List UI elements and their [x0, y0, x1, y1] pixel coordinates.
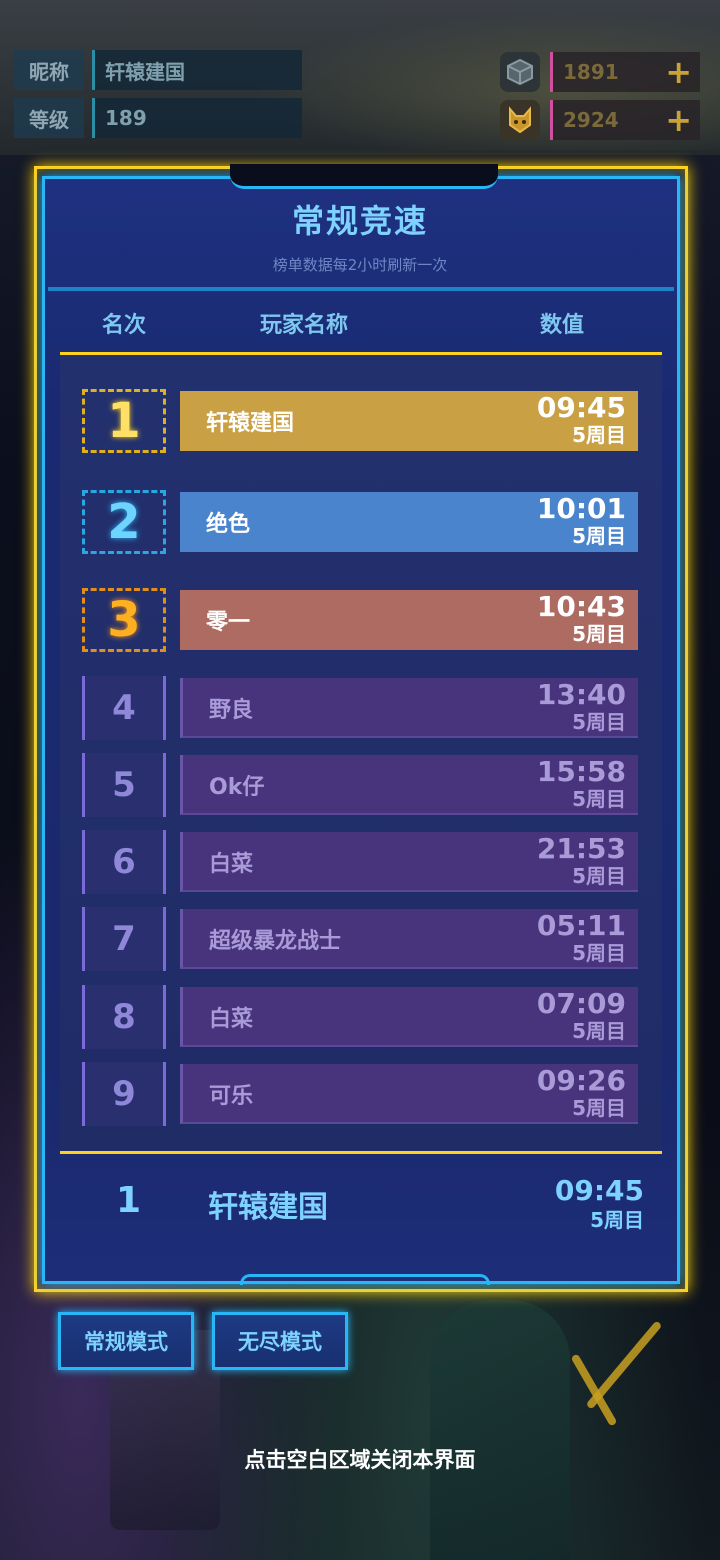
player-name: 白菜	[209, 1007, 254, 1032]
ranking-row[interactable]: 6 白菜 21:53 5周目	[80, 830, 640, 896]
add-currency2-button[interactable]: +	[665, 102, 692, 138]
cycle-count: 5周目	[572, 622, 626, 646]
ranking-bar: 绝色 10:01 5周目	[180, 492, 638, 552]
race-time: 13:40	[536, 678, 626, 711]
ranking-bar: 白菜 21:53 5周目	[180, 832, 638, 892]
ranking-row[interactable]: 7 超级暴龙战士 05:11 5周目	[80, 907, 640, 973]
my-race-time: 09:45	[554, 1174, 644, 1207]
rank-badge-gold: 1	[82, 389, 166, 453]
currency2-value: 2924 +	[550, 100, 700, 140]
column-value-header: 数值	[540, 313, 585, 338]
ranking-bar: 可乐 09:26 5周目	[180, 1064, 638, 1124]
cycle-count: 5周目	[572, 1096, 626, 1120]
normal-mode-button[interactable]: 常规模式	[58, 1312, 194, 1370]
ranking-bar: 超级暴龙战士 05:11 5周目	[180, 909, 638, 969]
ranking-row[interactable]: 9 可乐 09:26 5周目	[80, 1062, 640, 1128]
panel-subtitle: 榜单数据每2小时刷新一次	[272, 256, 448, 274]
level-row: 等级 189	[14, 98, 302, 138]
race-time: 10:43	[536, 590, 626, 623]
ranking-row[interactable]: 3 零一 10:43 5周目	[80, 588, 640, 654]
nickname-value: 轩辕建国	[92, 50, 302, 90]
ranking-bar: 白菜 07:09 5周目	[180, 987, 638, 1047]
player-name: 可乐	[209, 1084, 254, 1109]
panel-title: 常规竞速	[291, 202, 428, 240]
currency2-amount: 2924	[563, 108, 619, 132]
rank-badge-silver: 2	[82, 490, 166, 554]
currency1-value: 1891 +	[550, 52, 700, 92]
ranking-row[interactable]: 1 轩辕建国 09:45 5周目	[80, 389, 640, 455]
level-label: 等级	[14, 98, 84, 138]
rank-number: 6	[82, 830, 166, 894]
endless-mode-button[interactable]: 无尽模式	[212, 1312, 348, 1370]
ranking-bar: Ok仔 15:58 5周目	[180, 755, 638, 815]
ranking-row[interactable]: 5 Ok仔 15:58 5周目	[80, 753, 640, 819]
my-player-name: 轩辕建国	[208, 1190, 328, 1225]
race-time: 10:01	[536, 492, 626, 525]
cycle-count: 5周目	[572, 423, 626, 447]
ranking-row[interactable]: 4 野良 13:40 5周目	[80, 676, 640, 742]
race-time: 05:11	[536, 909, 626, 942]
currency2-row: 2924 +	[500, 98, 700, 142]
player-name: 零一	[206, 610, 251, 635]
background-branch	[570, 1353, 618, 1427]
race-time: 07:09	[536, 987, 626, 1020]
player-name: 绝色	[206, 512, 251, 537]
close-hint: 点击空白区域关闭本界面	[244, 1448, 476, 1472]
rank-number: 8	[82, 985, 166, 1049]
player-status-bar: 昵称 轩辕建国 等级 189 1891 + 2924 +	[0, 0, 720, 155]
rank-number: 5	[82, 753, 166, 817]
race-time: 09:45	[536, 391, 626, 424]
player-name: 野良	[209, 698, 254, 723]
currency1-row: 1891 +	[500, 50, 700, 94]
background-tree	[430, 1300, 570, 1560]
nickname-row: 昵称 轩辕建国	[14, 50, 302, 90]
currency1-amount: 1891	[563, 60, 619, 84]
rank-number: 4	[82, 676, 166, 740]
cycle-count: 5周目	[572, 864, 626, 888]
ranking-row[interactable]: 8 白菜 07:09 5周目	[80, 985, 640, 1051]
column-player-header: 玩家名称	[260, 313, 349, 338]
my-cycle-count: 5周目	[590, 1208, 644, 1232]
race-time: 21:53	[536, 832, 626, 865]
ranking-row[interactable]: 2 绝色 10:01 5周目	[80, 490, 640, 556]
my-ranking-row: 1 轩辕建国 09:45 5周目	[48, 1160, 674, 1276]
ranking-bar: 轩辕建国 09:45 5周目	[180, 391, 638, 451]
ranking-bar: 零一 10:43 5周目	[180, 590, 638, 650]
cycle-count: 5周目	[572, 941, 626, 965]
level-value: 189	[92, 98, 302, 138]
race-time: 09:26	[536, 1064, 626, 1097]
cube-icon	[500, 52, 540, 92]
rank-number: 7	[82, 907, 166, 971]
add-currency1-button[interactable]: +	[665, 54, 692, 90]
ranking-bar: 野良 13:40 5周目	[180, 678, 638, 738]
player-name: 白菜	[209, 852, 254, 877]
panel-top-notch	[230, 164, 498, 189]
nickname-label: 昵称	[14, 50, 84, 90]
my-rank: 1	[116, 1180, 142, 1221]
rank-number: 9	[82, 1062, 166, 1126]
column-rank-header: 名次	[102, 313, 147, 338]
player-name: Ok仔	[209, 775, 265, 800]
race-time: 15:58	[536, 755, 626, 788]
cycle-count: 5周目	[572, 787, 626, 811]
cat-icon	[500, 100, 540, 140]
panel-bottom-notch	[240, 1274, 490, 1285]
rank-badge-bronze: 3	[82, 588, 166, 652]
player-name: 超级暴龙战士	[209, 929, 342, 954]
player-name: 轩辕建国	[206, 411, 295, 436]
header-divider	[48, 287, 674, 291]
cycle-count: 5周目	[572, 524, 626, 548]
cycle-count: 5周目	[572, 1019, 626, 1043]
cycle-count: 5周目	[572, 710, 626, 734]
